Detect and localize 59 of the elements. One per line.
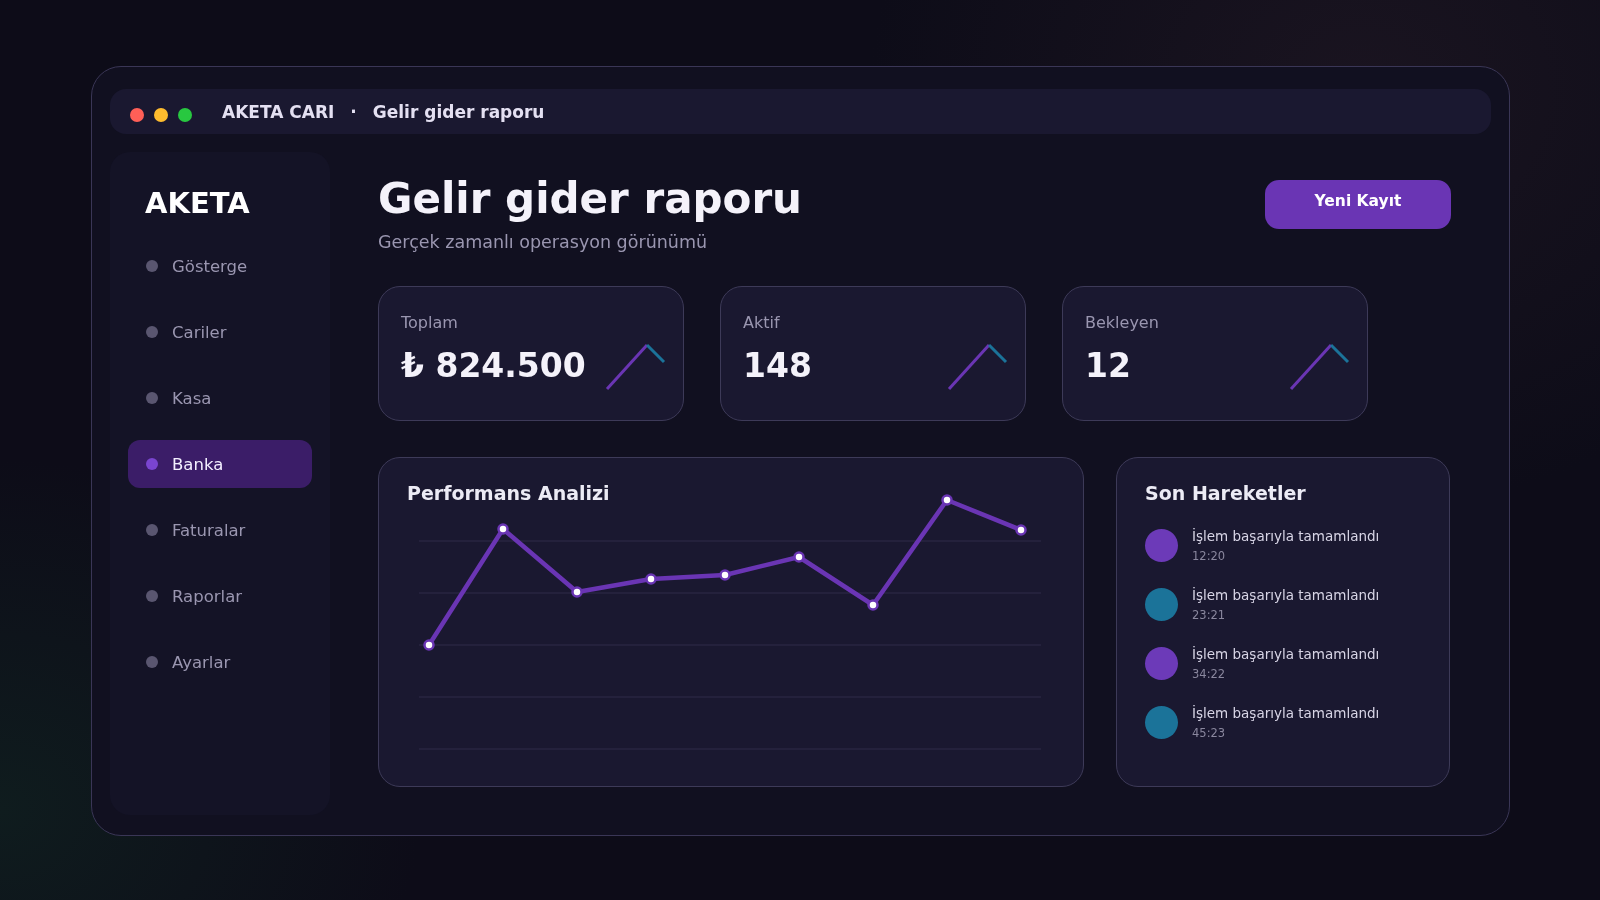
panel-title: Son Hareketler: [1145, 482, 1306, 505]
window-title: Gelir gider raporu: [372, 101, 545, 122]
bullet-icon: [146, 590, 158, 602]
chart-point: [645, 573, 657, 585]
activity-time: 34:22: [1192, 667, 1227, 682]
activity-time: 12:20: [1192, 549, 1227, 564]
chart-point: [571, 586, 583, 598]
chart-point: [867, 599, 879, 611]
sidebar-item-label: Cariler: [172, 322, 227, 342]
bullet-icon: [146, 326, 158, 338]
new-record-button[interactable]: Yeni Kayıt: [1265, 180, 1451, 229]
stat-value: 12: [1085, 346, 1131, 386]
bullet-icon: [146, 656, 158, 668]
sidebar-item[interactable]: Banka: [128, 440, 312, 488]
chart-point: [719, 569, 731, 581]
activity-text: İşlem başarıyla tamamlandı: [1192, 646, 1380, 663]
stat-label: Toplam: [401, 313, 459, 333]
stat-value: 148: [743, 346, 812, 386]
maximize-icon[interactable]: [178, 107, 192, 122]
trend-line-icon: [947, 341, 1009, 392]
page-subtitle: Gerçek zamanlı operasyon görünümü: [378, 232, 709, 253]
chart-point: [423, 639, 435, 651]
sidebar-item-label: Ayarlar: [172, 652, 231, 672]
page-title: Gelir gider raporu: [378, 176, 803, 223]
activity-text: İşlem başarıyla tamamlandı: [1192, 705, 1380, 722]
sidebar-item-label: Banka: [172, 454, 224, 474]
activity-text: İşlem başarıyla tamamlandı: [1192, 528, 1380, 545]
sidebar-item[interactable]: Kasa: [128, 374, 312, 422]
brand-logo: AKETA: [145, 186, 251, 220]
sidebar-item[interactable]: Cariler: [128, 308, 312, 356]
panel-title: Performans Analizi: [407, 482, 610, 505]
trend-line-icon: [605, 341, 667, 392]
sidebar-item-label: Faturalar: [172, 520, 246, 540]
stat-value: ₺ 824.500: [401, 346, 586, 386]
title-separator: ·: [350, 101, 357, 122]
close-icon[interactable]: [130, 107, 144, 122]
trend-line-icon: [1289, 341, 1351, 392]
sidebar-item-label: Raporlar: [172, 586, 243, 606]
activity-time: 23:21: [1192, 608, 1227, 623]
app-name: AKETA CARI: [222, 101, 335, 122]
sidebar-item-label: Gösterge: [172, 256, 248, 276]
chart-point: [1015, 524, 1027, 536]
bullet-icon: [146, 260, 158, 272]
chart-point: [793, 551, 805, 563]
bullet-icon: [146, 458, 158, 470]
activity-time: 45:23: [1192, 726, 1227, 741]
sidebar-item[interactable]: Raporlar: [128, 572, 312, 620]
bullet-icon: [146, 524, 158, 536]
minimize-icon[interactable]: [154, 107, 168, 122]
stat-label: Bekleyen: [1085, 313, 1160, 333]
chart-point: [497, 523, 509, 535]
sidebar-item-label: Kasa: [172, 388, 212, 408]
sidebar-item[interactable]: Faturalar: [128, 506, 312, 554]
chart-point: [941, 494, 953, 506]
bullet-icon: [146, 392, 158, 404]
sidebar-item[interactable]: Gösterge: [128, 242, 312, 290]
stat-label: Aktif: [743, 313, 781, 333]
sidebar-item[interactable]: Ayarlar: [128, 638, 312, 686]
activity-text: İşlem başarıyla tamamlandı: [1192, 587, 1380, 604]
